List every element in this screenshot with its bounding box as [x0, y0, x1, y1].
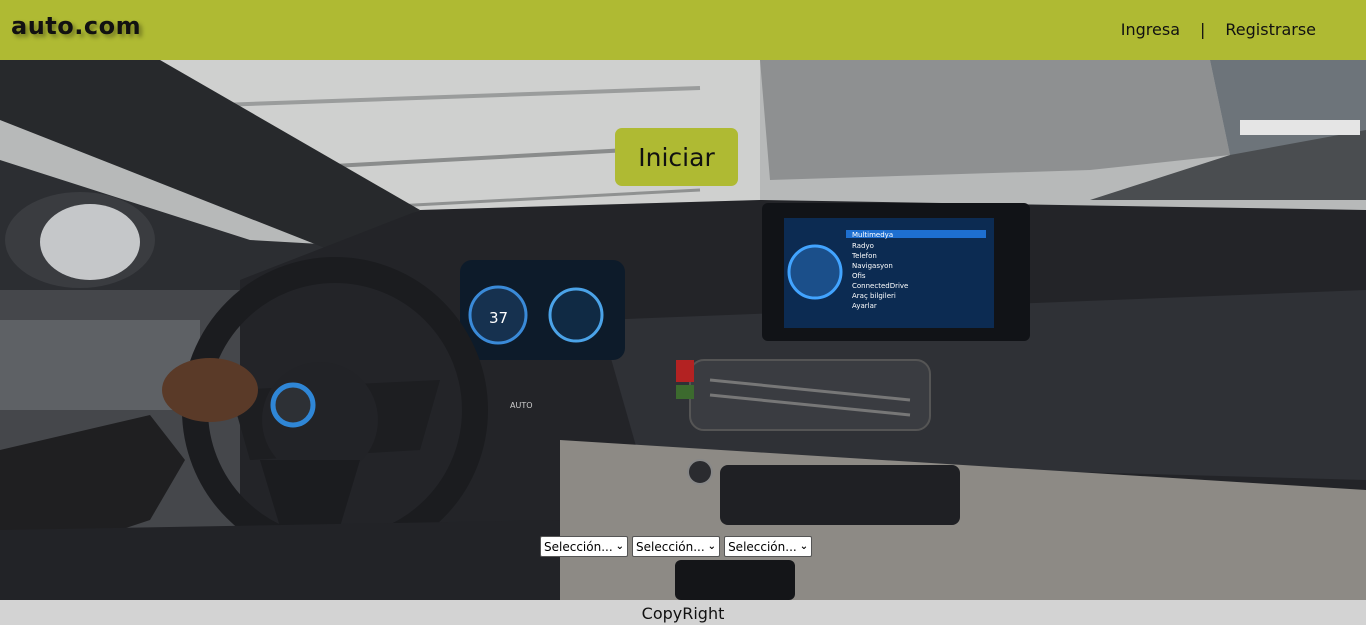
footer: CopyRight — [0, 600, 1366, 625]
site-logo[interactable]: auto.com — [11, 12, 141, 40]
filter-select-1[interactable]: Selección... ⌄ — [540, 536, 629, 557]
svg-text:Radyo: Radyo — [852, 242, 874, 250]
filter-selects: Selección... ⌄ Selección... ⌄ Selección.… — [540, 536, 816, 557]
auto-button: AUTO — [510, 401, 533, 410]
svg-text:Araç bilgileri: Araç bilgileri — [852, 292, 896, 300]
hero-section: 37 Multimedya Radyo Telefon Navigasyon O… — [0, 60, 1366, 600]
register-link[interactable]: Registrarse — [1225, 20, 1316, 39]
navbar: auto.com Ingresa | Registrarse — [0, 0, 1366, 60]
login-link[interactable]: Ingresa — [1121, 20, 1180, 39]
svg-text:Ayarlar: Ayarlar — [852, 302, 877, 310]
chevron-down-icon: ⌄ — [615, 541, 625, 552]
select-value: Selección... — [544, 539, 613, 554]
select-value: Selección... — [728, 539, 797, 554]
speed-readout: 37 — [489, 309, 508, 327]
filter-select-2[interactable]: Selección... ⌄ — [632, 536, 721, 557]
svg-text:Ofis: Ofis — [852, 272, 866, 280]
nav-separator: | — [1200, 20, 1206, 39]
svg-text:Navigasyon: Navigasyon — [852, 262, 893, 270]
filter-select-3[interactable]: Selección... ⌄ — [724, 536, 813, 557]
chevron-down-icon: ⌄ — [707, 541, 717, 552]
chevron-down-icon: ⌄ — [799, 541, 809, 552]
svg-text:ConnectedDrive: ConnectedDrive — [852, 282, 908, 290]
copyright-text: CopyRight — [641, 604, 725, 623]
nav-links: Ingresa | Registrarse — [1121, 20, 1316, 39]
start-button[interactable]: Iniciar — [615, 128, 738, 186]
svg-text:Multimedya: Multimedya — [852, 231, 893, 239]
svg-text:Telefon: Telefon — [851, 252, 877, 260]
select-value: Selección... — [636, 539, 705, 554]
